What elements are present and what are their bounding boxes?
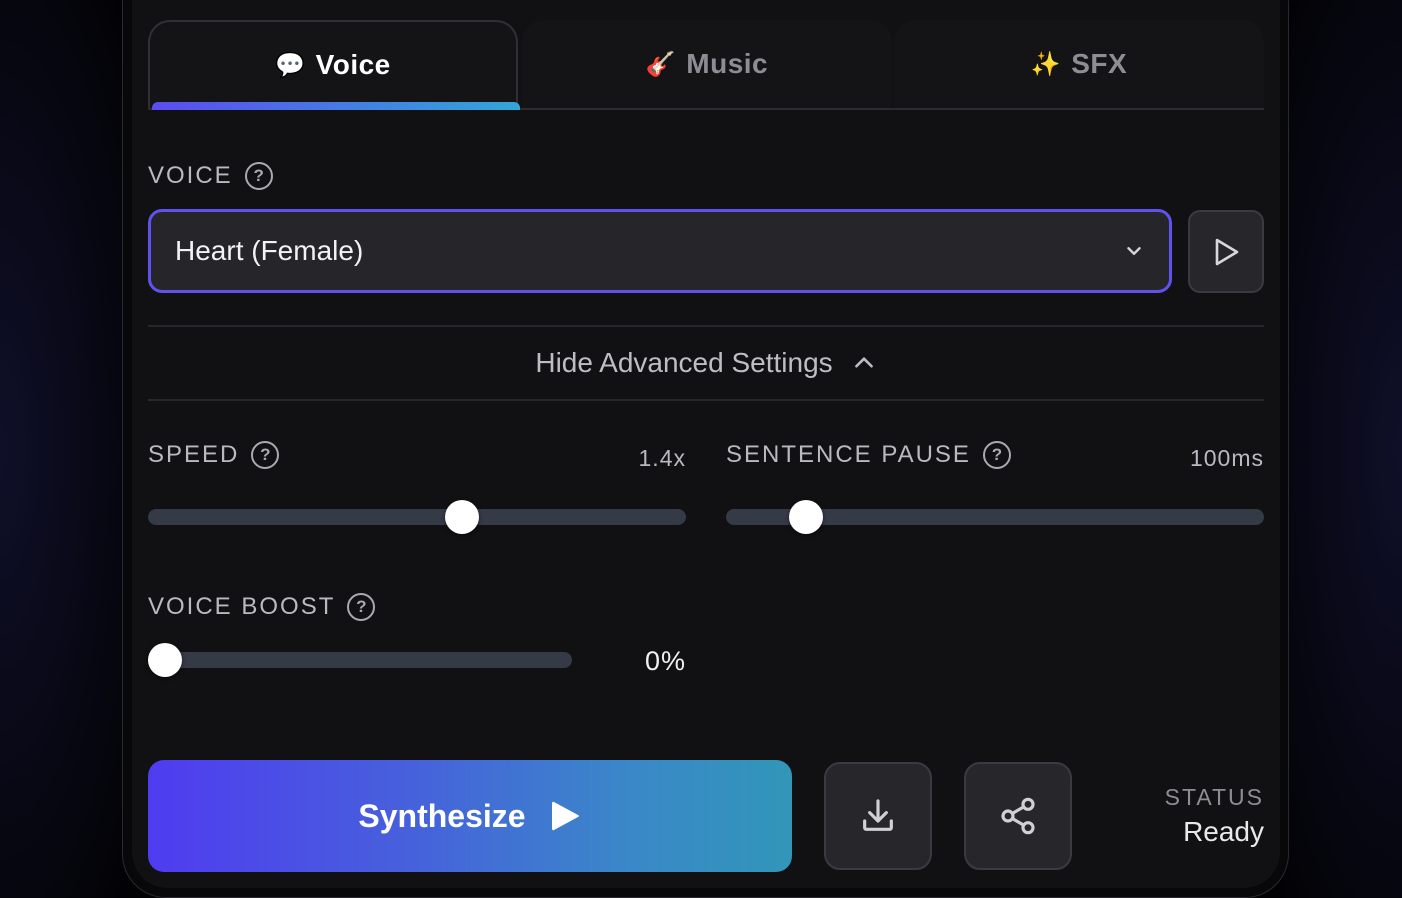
status-value: Ready bbox=[1183, 816, 1264, 847]
sentence-pause-label-row: SENTENCE PAUSE ? bbox=[726, 441, 1011, 469]
advanced-settings-toggle[interactable]: Hide Advanced Settings bbox=[148, 325, 1264, 401]
sentence-pause-label: SENTENCE PAUSE bbox=[726, 441, 971, 468]
speech-bubble-icon: 💬 bbox=[275, 51, 306, 79]
tab-music-label: Music bbox=[686, 48, 769, 79]
guitar-icon: 🎸 bbox=[645, 50, 677, 78]
status-label: STATUS bbox=[1164, 784, 1264, 810]
share-button[interactable] bbox=[964, 762, 1072, 870]
sentence-pause-value: 100ms bbox=[1189, 445, 1264, 471]
mode-tabs: 💬 Voice 🎸 Music ✨ SFX bbox=[148, 20, 1264, 110]
speed-slider-track[interactable] bbox=[148, 509, 686, 525]
voice-label-row: VOICE ? bbox=[148, 162, 273, 190]
sentence-pause-slider-thumb[interactable] bbox=[789, 500, 823, 534]
tab-sfx[interactable]: ✨ SFX bbox=[894, 20, 1264, 108]
question-circle-icon[interactable]: ? bbox=[982, 441, 1011, 469]
main-panel bbox=[132, 0, 1280, 888]
tab-sfx-label: SFX bbox=[1071, 48, 1128, 79]
tab-music[interactable]: 🎸 Music bbox=[522, 20, 892, 108]
chevron-up-icon bbox=[854, 357, 873, 368]
question-circle-icon[interactable]: ? bbox=[347, 593, 376, 621]
active-tab-indicator bbox=[152, 102, 520, 110]
voice-boost-slider-thumb[interactable] bbox=[148, 643, 182, 677]
voice-select-value: Heart (Female) bbox=[175, 235, 364, 266]
voice-boost-slider-track[interactable] bbox=[148, 652, 572, 668]
question-circle-icon[interactable]: ? bbox=[251, 441, 280, 469]
voice-boost-label: VOICE BOOST bbox=[148, 593, 336, 620]
tab-voice-label: Voice bbox=[315, 49, 391, 80]
play-outline-icon bbox=[1215, 238, 1239, 265]
sparkles-icon: ✨ bbox=[1030, 50, 1062, 78]
synthesize-label: Synthesize bbox=[358, 797, 526, 834]
speed-label: SPEED bbox=[148, 441, 240, 468]
question-circle-icon[interactable]: ? bbox=[244, 162, 273, 190]
voice-boost-label-row: VOICE BOOST ? bbox=[148, 593, 376, 621]
share-icon bbox=[1001, 797, 1035, 835]
advanced-toggle-label: Hide Advanced Settings bbox=[535, 347, 833, 378]
speed-label-row: SPEED ? bbox=[148, 441, 280, 469]
tab-voice[interactable]: 💬 Voice bbox=[148, 20, 520, 110]
chevron-down-icon bbox=[1127, 247, 1141, 255]
voice-select[interactable]: Heart (Female) bbox=[148, 209, 1172, 293]
preview-voice-button[interactable] bbox=[1188, 210, 1264, 293]
download-icon bbox=[863, 799, 893, 831]
speed-value: 1.4x bbox=[638, 445, 686, 471]
voice-boost-value: 0% bbox=[644, 646, 686, 676]
voice-label: VOICE bbox=[148, 162, 233, 189]
synthesize-button[interactable]: Synthesize bbox=[148, 760, 792, 872]
play-icon bbox=[551, 801, 579, 831]
download-button[interactable] bbox=[824, 762, 932, 870]
